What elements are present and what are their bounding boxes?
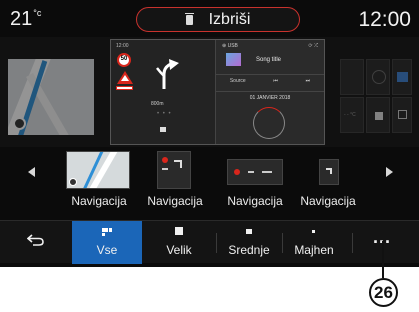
temperature-unit: °c — [33, 8, 42, 18]
widget-carousel: Navigacija Navigacija Navigacija Navigac… — [0, 147, 419, 217]
clock-widget[interactable]: 01 JANVIER 2018 — [216, 92, 324, 144]
map-road — [26, 73, 78, 135]
speed-limit-icon — [162, 157, 168, 163]
navigation-widget[interactable]: 12:00 50 800m • • • — [111, 40, 216, 144]
outside-temperature: 21°c — [10, 8, 41, 31]
back-arrow-icon — [27, 234, 44, 246]
music-source-label: USB — [227, 43, 238, 49]
small-widget-icon — [312, 230, 315, 233]
speed-limit-icon — [234, 169, 240, 175]
widget-tile — [392, 59, 412, 95]
widgets-preview-grid[interactable]: - - °C — [340, 59, 412, 135]
carousel-item-label: Navigacija — [227, 194, 283, 208]
turn-direction-icon — [326, 168, 332, 174]
delete-label: Izbriši — [208, 10, 251, 28]
distance-text — [262, 171, 272, 173]
tab-medium[interactable]: Srednje — [216, 221, 282, 264]
warning-sign-icon — [116, 86, 133, 90]
scroll-right-arrow-icon[interactable] — [386, 167, 393, 177]
tab-all[interactable]: Vse — [72, 221, 142, 264]
warning-icon — [117, 71, 133, 84]
temperature-value: 21 — [10, 8, 33, 30]
widget-tile — [366, 59, 390, 95]
previous-track-icon[interactable]: ⏮ — [273, 78, 278, 84]
medium-widget-icon — [246, 229, 252, 234]
widget-tile — [366, 97, 390, 133]
route-progress: • • • — [157, 111, 172, 117]
navigation-mini-thumbnail — [319, 159, 339, 185]
turn-direction-icon — [174, 160, 182, 168]
music-source: ⊕ USB — [222, 43, 238, 49]
navigation-large-thumbnail — [66, 151, 130, 189]
carousel-item-label: Navigacija — [300, 194, 356, 208]
dial-icon — [372, 70, 386, 84]
turn-direction-icon — [248, 171, 254, 173]
next-track-icon[interactable]: ⏭ — [306, 78, 311, 84]
map-widget-preview[interactable] — [8, 59, 94, 135]
carousel-item[interactable]: Navigacija — [135, 147, 215, 215]
carousel-item-label: Navigacija — [71, 194, 127, 208]
song-title: Song title — [256, 57, 282, 63]
turn-direction-icon — [156, 59, 179, 89]
widget-tile — [340, 59, 364, 95]
carousel-item[interactable]: Navigacija — [59, 147, 139, 215]
navigation-medium-thumbnail — [157, 151, 191, 189]
distance-to-turn: 800m — [151, 101, 164, 107]
music-widget[interactable]: ⊕ USB ⟳ ⤮ Song title Source ⏮ ⏭ — [216, 40, 324, 92]
position-pin-icon — [69, 178, 77, 186]
delete-button[interactable]: Izbriši — [136, 7, 300, 32]
nav-time: 12:00 — [116, 43, 129, 49]
analog-clock-icon — [253, 107, 285, 139]
speed-limit-icon: 50 — [117, 53, 131, 67]
date: 01 JANVIER 2018 — [249, 95, 291, 101]
clock: 12:00 — [358, 8, 411, 31]
position-pin-icon — [13, 117, 26, 130]
all-widgets-icon — [102, 228, 112, 236]
tab-small[interactable]: Majhen — [282, 221, 346, 264]
source-button[interactable]: Source — [230, 78, 246, 84]
multimedia-screen: 21°c Izbriši 12:00 12:00 50 800m • • • ⊕… — [0, 0, 419, 267]
music-mode-icons: ⟳ ⤮ — [308, 43, 318, 49]
tab-label: Vse — [96, 243, 118, 257]
trash-icon — [184, 12, 194, 25]
tab-label: Srednje — [228, 243, 270, 257]
tab-large[interactable]: Velik — [142, 221, 216, 264]
weather-tile: - - °C — [340, 97, 364, 133]
music-controls: Source ⏮ ⏭ — [216, 74, 324, 86]
destination-flag-icon — [160, 127, 166, 132]
carousel-item[interactable]: Navigacija — [215, 147, 295, 215]
large-widget-icon — [175, 227, 183, 235]
callout-line — [382, 241, 384, 278]
back-button[interactable] — [0, 221, 72, 264]
tab-divider — [352, 233, 353, 253]
tab-label: Majhen — [294, 243, 334, 257]
settings-icon — [398, 110, 407, 119]
phone-icon — [375, 112, 383, 120]
bottom-tab-bar: Vse Velik Srednje Majhen ... — [0, 220, 419, 264]
weather-temp: - - °C — [344, 112, 356, 118]
callout-number: 26 — [369, 278, 398, 307]
album-art — [226, 53, 241, 66]
widget-strip: 12:00 50 800m • • • ⊕ USB ⟳ ⤮ Song title — [0, 37, 419, 147]
widget-tile — [392, 97, 412, 133]
app-icon — [397, 72, 408, 82]
scroll-left-arrow-icon[interactable] — [28, 167, 35, 177]
warning-icon — [162, 168, 168, 170]
carousel-item-label: Navigacija — [147, 194, 203, 208]
tab-label: Velik — [166, 243, 192, 257]
carousel-item[interactable]: Navigacija — [288, 147, 368, 215]
navigation-small-thumbnail — [227, 159, 283, 185]
home-page-preview[interactable]: 12:00 50 800m • • • ⊕ USB ⟳ ⤮ Song title — [110, 39, 325, 145]
